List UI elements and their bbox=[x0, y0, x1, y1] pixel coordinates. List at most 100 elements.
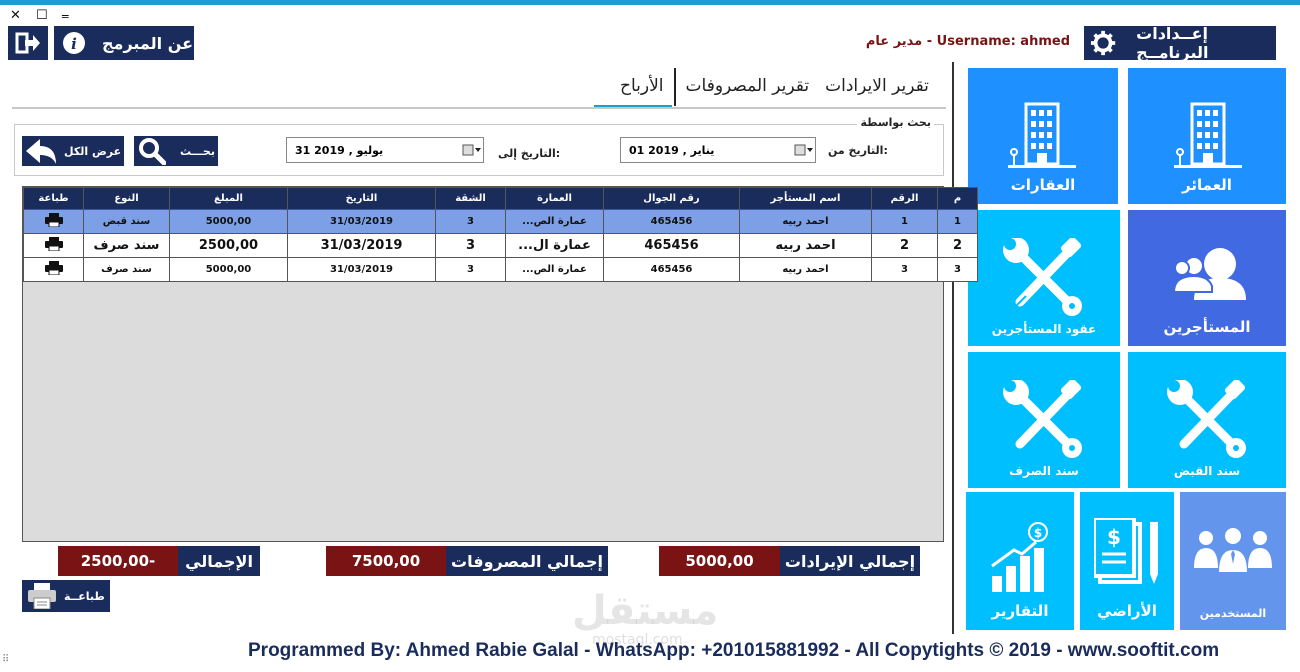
table-cell[interactable]: 5000,00 bbox=[169, 209, 288, 234]
table-row[interactable]: 3 3 احمد ربيه 465456 عمارة الص... 3 31/0… bbox=[23, 257, 978, 282]
table-cell[interactable]: سند صرف bbox=[83, 257, 170, 282]
main-menu-tiles: العمائر العقارات المستأجرين عقود المستأج… bbox=[952, 62, 1300, 634]
info-icon: i bbox=[63, 32, 85, 54]
column-header[interactable]: النوع bbox=[83, 187, 170, 210]
table-header-row: م الرقم اسم المستأجر رقم الجوال العمارة … bbox=[23, 187, 978, 210]
table-row[interactable]: 1 1 احمد ربيه 465456 عمارة الص... 3 31/0… bbox=[23, 209, 978, 234]
tab-underline bbox=[12, 107, 946, 109]
table-cell[interactable]: 465456 bbox=[603, 233, 740, 258]
program-settings-button[interactable]: إعــدادات البرنامــج bbox=[1084, 24, 1276, 62]
table-cell[interactable]: عمارة ال... bbox=[505, 233, 604, 258]
tile-receipt-voucher-label: سند القبض bbox=[1173, 464, 1241, 478]
logout-button[interactable] bbox=[8, 26, 48, 60]
table-cell[interactable]: سند قبض bbox=[83, 209, 170, 234]
exit-icon bbox=[15, 32, 40, 54]
row-print-button[interactable] bbox=[23, 257, 84, 282]
tile-properties-label: العقارات bbox=[1010, 176, 1076, 194]
table-cell[interactable]: احمد ربيه bbox=[739, 257, 872, 282]
printer-icon bbox=[44, 236, 63, 251]
table-cell[interactable]: 3 bbox=[435, 209, 506, 234]
show-all-button[interactable]: عرض الكل bbox=[22, 136, 124, 166]
search-group-legend: بحث بواسطة bbox=[857, 116, 934, 129]
column-header[interactable]: رقم الجوال bbox=[603, 187, 740, 210]
table-cell[interactable]: 3 bbox=[937, 257, 978, 282]
tile-tenants[interactable]: المستأجرين bbox=[1128, 210, 1286, 346]
table-cell[interactable]: 2 bbox=[937, 233, 978, 258]
resize-grip-icon[interactable]: ⠿ bbox=[2, 654, 9, 665]
tile-users[interactable]: المستخدمين bbox=[1180, 492, 1286, 630]
column-header[interactable]: التاريخ bbox=[287, 187, 436, 210]
table-cell[interactable]: 465456 bbox=[603, 257, 740, 282]
column-header[interactable]: م bbox=[937, 187, 978, 210]
print-report-button[interactable]: طباعــة bbox=[22, 580, 110, 612]
tools-icon bbox=[1167, 380, 1246, 458]
calendar-dropdown-icon[interactable] bbox=[793, 142, 815, 158]
tile-payment-voucher-label: سند الصرف bbox=[1009, 464, 1079, 478]
net-total-label: الإجمالي bbox=[178, 546, 260, 576]
printer-icon bbox=[44, 261, 63, 276]
tab-revenue-report[interactable]: تقرير الايرادات bbox=[817, 68, 937, 108]
calendar-dropdown-icon[interactable] bbox=[461, 142, 483, 158]
column-header[interactable]: طباعة bbox=[23, 187, 84, 210]
print-report-label: طباعــة bbox=[64, 589, 105, 603]
table-cell[interactable]: 1 bbox=[871, 209, 938, 234]
tile-lands[interactable]: $ الأراضي bbox=[1080, 492, 1174, 630]
table-cell[interactable]: 465456 bbox=[603, 209, 740, 234]
tile-properties[interactable]: العقارات bbox=[968, 68, 1118, 204]
table-cell[interactable]: 3 bbox=[871, 257, 938, 282]
footer-credits: Programmed By: Ahmed Rabie Galal - Whats… bbox=[248, 640, 1220, 661]
svg-text:$: $ bbox=[1107, 525, 1121, 549]
maximize-window-icon[interactable]: ☐ bbox=[36, 8, 48, 23]
tab-profits[interactable]: الأرباح bbox=[594, 68, 672, 108]
table-cell[interactable]: 31/03/2019 bbox=[287, 209, 436, 234]
table-cell[interactable]: عمارة الص... bbox=[505, 257, 604, 282]
table-cell[interactable]: عمارة الص... bbox=[505, 209, 604, 234]
row-print-button[interactable] bbox=[23, 209, 84, 234]
tile-receipt-voucher[interactable]: سند القبض bbox=[1128, 352, 1286, 488]
search-button[interactable]: بحـــث bbox=[134, 136, 218, 166]
column-header[interactable]: المبلغ bbox=[169, 187, 288, 210]
net-total-value: 2500,00- bbox=[58, 546, 178, 576]
close-window-icon[interactable]: ✕ bbox=[10, 8, 21, 23]
svg-text:i: i bbox=[71, 35, 77, 53]
table-cell[interactable]: 31/03/2019 bbox=[287, 257, 436, 282]
table-row[interactable]: 2 2 احمد ربيه 465456 عمارة ال... 3 31/03… bbox=[23, 233, 978, 258]
table-cell[interactable]: 2 bbox=[871, 233, 938, 258]
column-header[interactable]: اسم المستأجر bbox=[739, 187, 872, 210]
tile-tenant-contracts[interactable]: عقود المستأجرين bbox=[968, 210, 1120, 346]
total-expenses-label: إجمالي المصروفات bbox=[446, 546, 608, 576]
table-cell[interactable]: 1 bbox=[937, 209, 978, 234]
row-print-button[interactable] bbox=[23, 233, 84, 258]
growth-chart-icon: $ bbox=[991, 522, 1048, 592]
tile-tenants-label: المستأجرين bbox=[1163, 318, 1251, 336]
tab-expenses-report[interactable]: تقرير المصروفات bbox=[678, 68, 818, 108]
tile-payment-voucher[interactable]: سند الصرف bbox=[968, 352, 1120, 488]
table-cell[interactable]: سند صرف bbox=[83, 233, 170, 258]
column-header[interactable]: الشقة bbox=[435, 187, 506, 210]
table-cell[interactable]: احمد ربيه bbox=[739, 233, 872, 258]
tile-buildings[interactable]: العمائر bbox=[1128, 68, 1286, 204]
minimize-window-icon[interactable]: ‗ bbox=[62, 4, 69, 19]
total-expenses-value: 7500,00 bbox=[326, 546, 446, 576]
column-header[interactable]: العمارة bbox=[505, 187, 604, 210]
title-accent-bar bbox=[0, 0, 1300, 5]
tools-icon bbox=[1003, 380, 1082, 458]
results-table[interactable]: م الرقم اسم المستأجر رقم الجوال العمارة … bbox=[22, 186, 978, 542]
date-from-picker[interactable]: 01 يناير , 2019 bbox=[620, 137, 816, 163]
column-header[interactable]: الرقم bbox=[871, 187, 938, 210]
svg-text:$: $ bbox=[1034, 526, 1042, 540]
printer-icon bbox=[28, 583, 56, 609]
table-cell[interactable]: احمد ربيه bbox=[739, 209, 872, 234]
tile-reports-label: التقارير bbox=[991, 602, 1049, 620]
table-cell[interactable]: 3 bbox=[435, 257, 506, 282]
tile-reports[interactable]: $ التقارير bbox=[966, 492, 1074, 630]
about-programmer-button[interactable]: i عن المبرمج bbox=[54, 26, 194, 60]
report-tabs: تقرير الايرادات تقرير المصروفات الأرباح bbox=[594, 68, 937, 108]
date-to-label: التاريخ إلى: bbox=[498, 147, 561, 160]
table-cell[interactable]: 5000,00 bbox=[169, 257, 288, 282]
table-cell[interactable]: 2500,00 bbox=[169, 233, 288, 258]
building-icon bbox=[1008, 102, 1076, 168]
table-cell[interactable]: 31/03/2019 bbox=[287, 233, 436, 258]
table-cell[interactable]: 3 bbox=[435, 233, 506, 258]
date-to-picker[interactable]: 31 يوليو , 2019 bbox=[286, 137, 484, 163]
